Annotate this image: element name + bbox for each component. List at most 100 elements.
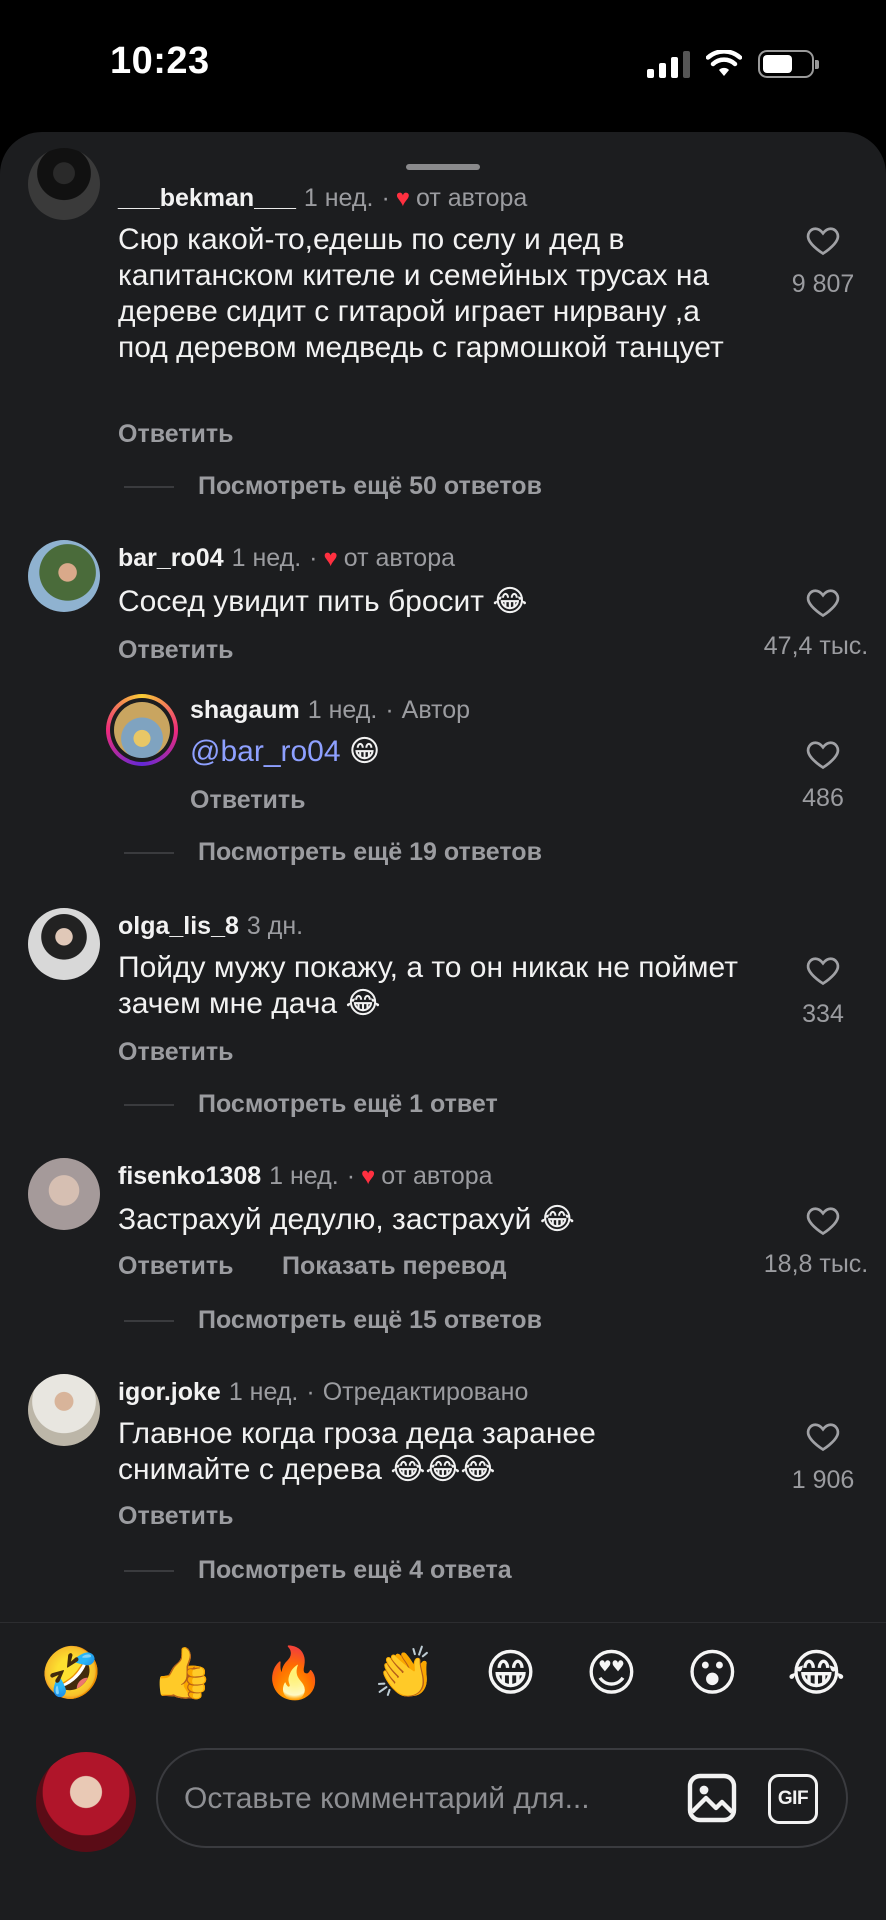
comment-text: @bar_ro04 😁: [190, 734, 750, 770]
reply-button[interactable]: Ответить: [118, 1038, 234, 1067]
divider-line: [124, 485, 174, 488]
author-badge: от автора: [381, 1162, 493, 1190]
meta-separator: ·: [306, 1378, 315, 1406]
divider-line: [124, 1569, 174, 1572]
emoji-joy[interactable]: 😂: [787, 1648, 845, 1698]
status-icons: [647, 50, 819, 78]
comment-meta: fisenko1308 1 нед. · ♥ от автора: [118, 1162, 493, 1191]
story-ring-avatar[interactable]: [106, 694, 178, 766]
like-button[interactable]: 47,4 тыс.: [764, 584, 878, 661]
author-like-heart-icon: ♥: [323, 544, 338, 572]
reply-button[interactable]: Ответить: [118, 1252, 234, 1281]
emoji-clap[interactable]: 👏: [373, 1648, 435, 1698]
view-more-replies[interactable]: Посмотреть ещё 50 ответов: [124, 472, 542, 501]
battery-icon: [758, 50, 819, 78]
author-badge: Автор: [401, 696, 471, 724]
like-button[interactable]: 486: [768, 736, 878, 813]
view-more-replies[interactable]: Посмотреть ещё 1 ответ: [124, 1090, 498, 1119]
emoji-fire[interactable]: 🔥: [262, 1648, 324, 1698]
divider-line: [124, 1319, 174, 1322]
wifi-icon: [706, 50, 742, 76]
comment-time: 1 нед.: [231, 544, 302, 572]
comment-time: 1 нед.: [269, 1162, 339, 1190]
avatar[interactable]: [28, 148, 100, 220]
comment-text: Пойду мужу покажу, а то он никак не пойм…: [118, 951, 738, 1020]
gif-icon[interactable]: GIF: [768, 1774, 818, 1824]
like-button[interactable]: 334: [768, 952, 878, 1029]
comment-time: 1 нед.: [303, 184, 374, 212]
emoji-surprised[interactable]: 😮: [686, 1648, 738, 1698]
view-more-label[interactable]: Посмотреть ещё 4 ответа: [198, 1556, 512, 1585]
author-like-heart-icon: ♥: [361, 1162, 376, 1190]
view-more-replies[interactable]: Посмотреть ещё 19 ответов: [124, 838, 542, 867]
like-count: 18,8 тыс.: [763, 1250, 869, 1278]
divider-line: [124, 1103, 174, 1106]
author-badge: от автора: [343, 544, 456, 572]
sheet-grabber[interactable]: [406, 164, 480, 170]
avatar[interactable]: [28, 540, 100, 612]
avatar[interactable]: [28, 908, 100, 980]
like-count: 486: [802, 784, 844, 812]
heart-outline-icon[interactable]: [805, 736, 841, 772]
view-more-label[interactable]: Посмотреть ещё 15 ответов: [198, 1306, 542, 1335]
heart-outline-icon[interactable]: [805, 1202, 841, 1238]
reply-button[interactable]: Ответить: [118, 636, 234, 665]
user-mention[interactable]: @bar_ro04: [190, 735, 341, 768]
image-attach-icon[interactable]: [686, 1772, 738, 1824]
comment-username[interactable]: igor.joke: [118, 1378, 221, 1407]
reply-button[interactable]: Ответить: [118, 420, 234, 449]
comments-sheet: ___bekman___ 1 нед. · ♥ от автора Сюр ка…: [0, 132, 886, 1920]
meta-separator: ·: [385, 696, 394, 724]
emoji-heart-eyes[interactable]: 😍: [585, 1648, 637, 1698]
comment-emoji: 😁: [340, 735, 381, 768]
like-count: 334: [802, 1000, 844, 1028]
comment-username[interactable]: ___bekman___: [118, 184, 296, 213]
like-count: 9 807: [791, 270, 855, 298]
comment-meta: olga_lis_8 3 дн.: [118, 912, 303, 941]
edited-label: Отредактировано: [322, 1378, 529, 1406]
like-count: 1 906: [791, 1466, 855, 1494]
meta-separator: ·: [309, 544, 318, 572]
like-button[interactable]: 18,8 тыс.: [764, 1202, 878, 1279]
meta-separator: ·: [381, 184, 390, 212]
comment-composer: Оставьте комментарий для... GIF: [0, 1722, 886, 1920]
show-translation-button[interactable]: Показать перевод: [282, 1252, 507, 1281]
comment-time: 1 нед.: [228, 1378, 299, 1406]
like-count: 47,4 тыс.: [763, 632, 869, 660]
comment-meta: igor.joke 1 нед. · Отредактировано: [118, 1378, 528, 1407]
comment-input[interactable]: Оставьте комментарий для... GIF: [156, 1748, 848, 1848]
meta-separator: ·: [346, 1162, 356, 1190]
like-button[interactable]: 1 906: [768, 1418, 878, 1495]
author-like-heart-icon: ♥: [395, 184, 411, 212]
comment-meta: bar_ro04 1 нед. · ♥ от автора: [118, 544, 455, 573]
emoji-rofl[interactable]: 🤣: [40, 1648, 102, 1698]
divider-line: [124, 851, 174, 854]
view-more-label[interactable]: Посмотреть ещё 19 ответов: [198, 838, 542, 867]
emoji-quick-bar: 🤣 👍 🔥 👏 😁 😍 😮 😂: [0, 1622, 886, 1722]
comment-input-placeholder[interactable]: Оставьте комментарий для...: [184, 1782, 590, 1816]
comment-username[interactable]: shagaum: [190, 696, 300, 725]
comment-username[interactable]: fisenko1308: [118, 1162, 261, 1191]
view-more-replies[interactable]: Посмотреть ещё 4 ответа: [124, 1556, 512, 1585]
comment-username[interactable]: bar_ro04: [118, 544, 224, 573]
view-more-replies[interactable]: Посмотреть ещё 15 ответов: [124, 1306, 542, 1335]
view-more-label[interactable]: Посмотреть ещё 1 ответ: [198, 1090, 498, 1119]
emoji-grin[interactable]: 😁: [485, 1648, 537, 1698]
reply-button[interactable]: Ответить: [118, 1502, 234, 1531]
cellular-signal-icon: [647, 50, 690, 78]
comment-username[interactable]: olga_lis_8: [118, 912, 239, 941]
status-bar: 10:23: [0, 0, 886, 130]
reply-button[interactable]: Ответить: [190, 786, 306, 815]
emoji-thumbs-up[interactable]: 👍: [151, 1648, 213, 1698]
like-button[interactable]: 9 807: [768, 222, 878, 299]
avatar[interactable]: [28, 1158, 100, 1230]
current-user-avatar[interactable]: [36, 1752, 136, 1852]
comment-time: 3 дн.: [246, 912, 304, 940]
heart-outline-icon[interactable]: [805, 222, 841, 258]
avatar[interactable]: [28, 1374, 100, 1446]
heart-outline-icon[interactable]: [805, 952, 841, 988]
view-more-label[interactable]: Посмотреть ещё 50 ответов: [198, 472, 542, 501]
heart-outline-icon[interactable]: [805, 1418, 841, 1454]
comment-text: Застрахуй дедулю, застрахуй 😂: [118, 1203, 575, 1236]
heart-outline-icon[interactable]: [805, 584, 841, 620]
